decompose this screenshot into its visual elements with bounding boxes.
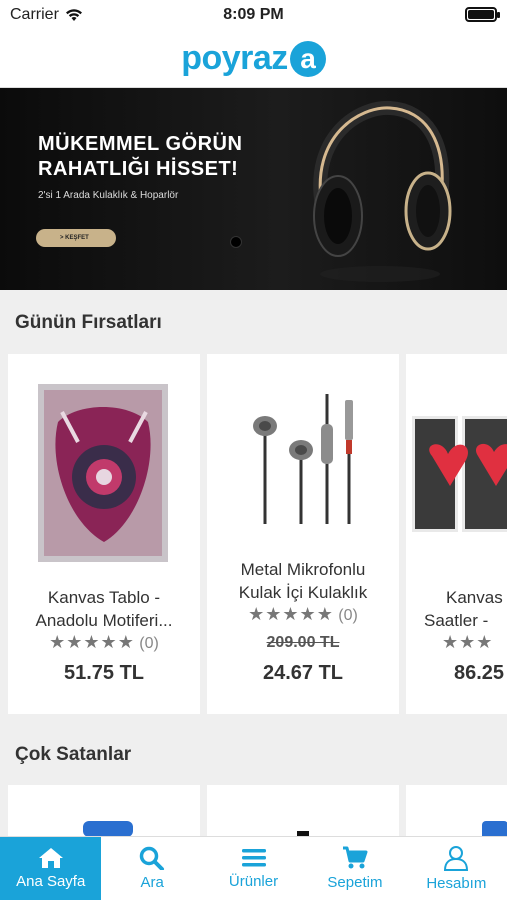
product-name-line-1: Metal Mikrofonlu	[240, 560, 366, 579]
cart-icon	[342, 846, 368, 869]
banner-headline: MÜKEMMEL GÖRÜN RAHATLIĞI HİSSET!	[38, 132, 242, 182]
brand-logo[interactable]: poyraz a	[181, 39, 326, 78]
tab-label: Ana Sayfa	[16, 873, 86, 890]
promo-banner[interactable]: MÜKEMMEL GÖRÜN RAHATLIĞI HİSSET! 2'si 1 …	[0, 88, 507, 290]
headphones-image	[313, 100, 452, 282]
user-icon	[444, 846, 469, 871]
banner-headline-line-2: RAHATLIĞI HİSSET!	[38, 158, 239, 180]
rating-stars: ★★★★★	[49, 632, 135, 652]
product-image	[253, 394, 353, 524]
product-rating: ★★★★★ (0)	[8, 632, 200, 653]
status-bar: Carrier 8:09 PM	[0, 0, 507, 30]
bestsellers-section-title: Çok Satanlar	[15, 744, 132, 765]
app-header: poyraz a	[0, 30, 507, 88]
tab-label: Sepetim	[327, 874, 383, 891]
product-price: 86.25	[454, 662, 505, 684]
product-name-line-2: Saatler -	[424, 611, 489, 630]
product-name-line-2: Kulak İçi Kulaklık	[238, 583, 368, 602]
tab-account[interactable]: Hesabım	[406, 837, 507, 900]
banner-cta-button[interactable]: > KEŞFET	[36, 229, 116, 247]
product-price: 51.75 TL	[63, 662, 145, 684]
tab-label: Ara	[140, 874, 164, 891]
tab-search[interactable]: Ara	[101, 837, 202, 900]
product-image	[412, 416, 507, 532]
menu-icon	[241, 849, 266, 867]
product-name-line-1: Kanvas	[446, 588, 503, 607]
product-rating: ★★★★★ (0)	[207, 604, 399, 625]
deals-carousel[interactable]: Kanvas Tablo - Anadolu Motiferi... ★★★★★…	[0, 354, 507, 714]
tab-products[interactable]: Ürünler	[203, 837, 304, 900]
product-card[interactable]: Kanvas Saatler - ★★★ 86.25	[406, 354, 507, 714]
logo-text: poyraz	[181, 39, 288, 77]
rating-stars: ★★★★★	[248, 604, 334, 624]
banner-headline-line-1: MÜKEMMEL GÖRÜN	[38, 133, 243, 155]
product-card[interactable]: Metal Mikrofonlu Kulak İçi Kulaklık ★★★★…	[207, 354, 399, 714]
home-icon	[38, 848, 63, 868]
tab-home[interactable]: Ana Sayfa	[0, 837, 102, 900]
logo-badge: a	[289, 40, 326, 77]
review-count: (0)	[338, 607, 358, 624]
product-image	[83, 821, 133, 837]
status-time: 8:09 PM	[223, 6, 284, 23]
rating-stars: ★★★	[442, 632, 494, 652]
bottom-tab-bar: Ana Sayfa Ara Ürünler Sepetim Hesabım	[0, 836, 507, 900]
carousel-indicator[interactable]	[230, 236, 242, 248]
tab-label: Ürünler	[228, 873, 279, 890]
product-name-line-1: Kanvas Tablo -	[47, 588, 161, 607]
review-count: (0)	[139, 635, 159, 652]
deals-section-title: Günün Fırsatları	[15, 312, 162, 333]
tab-cart[interactable]: Sepetim	[304, 837, 405, 900]
product-card[interactable]: Kanvas Tablo - Anadolu Motiferi... ★★★★★…	[8, 354, 200, 714]
product-old-price: 209.00 TL	[266, 634, 340, 651]
search-icon	[139, 846, 165, 870]
product-price: 24.67 TL	[262, 662, 344, 684]
product-rating: ★★★	[406, 632, 507, 653]
banner-subtitle: 2'si 1 Arada Kulaklık & Hoparlör	[38, 190, 179, 201]
battery-icon	[465, 7, 500, 22]
product-image	[38, 384, 168, 562]
product-name-line-2: Anadolu Motiferi...	[35, 611, 173, 630]
tab-label: Hesabım	[426, 875, 487, 892]
